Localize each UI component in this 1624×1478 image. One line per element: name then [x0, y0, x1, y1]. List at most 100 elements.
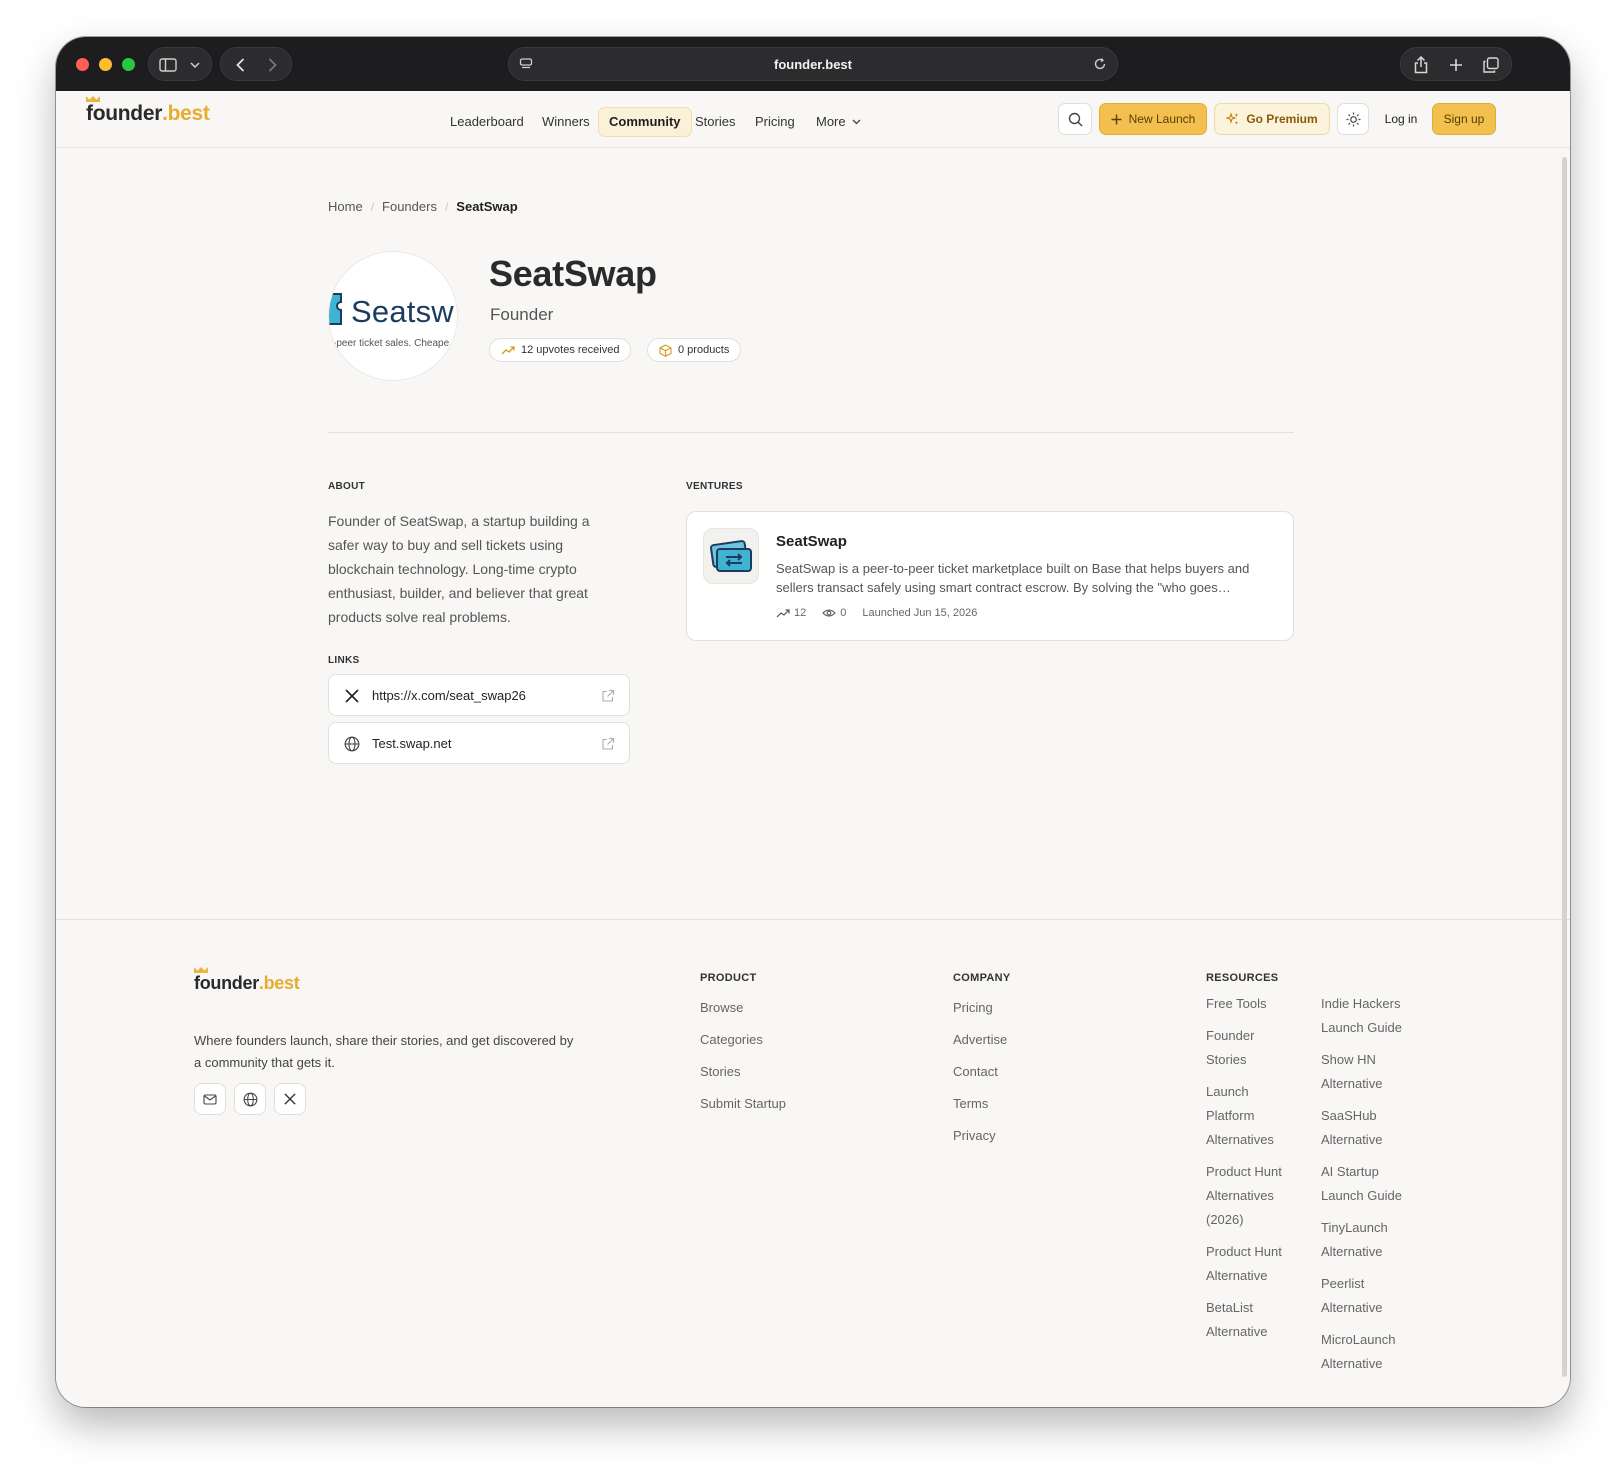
package-icon — [659, 343, 672, 357]
breadcrumb: Home / Founders / SeatSwap — [328, 199, 518, 214]
mail-icon — [203, 1093, 217, 1105]
footer-link-contact[interactable]: Contact — [953, 1060, 998, 1084]
footer-product-heading: PRODUCT — [700, 972, 757, 984]
theme-toggle-button[interactable] — [1337, 103, 1369, 135]
footer-link-peerlist-alternative[interactable]: Peerlist Alternative — [1321, 1272, 1421, 1320]
sun-icon — [1346, 112, 1360, 126]
reload-icon[interactable] — [1093, 57, 1107, 76]
sidebar-toggle-group[interactable] — [148, 47, 212, 81]
ticket-logo-icon — [329, 293, 342, 325]
nav-more-label: More — [816, 114, 846, 129]
forward-icon[interactable] — [261, 48, 283, 82]
footer-resources-col2: Indie Hackers Launch Guide Show HN Alter… — [1321, 992, 1421, 1384]
tab-overview-icon[interactable] — [1479, 48, 1503, 82]
minimize-window-button[interactable] — [99, 58, 112, 71]
trending-up-icon — [776, 609, 790, 618]
footer-link-microlaunch-alternative[interactable]: MicroLaunch Alternative — [1321, 1328, 1421, 1376]
breadcrumb-current: SeatSwap — [456, 199, 518, 214]
footer-resources-col1: Free Tools Founder Stories Launch Platfo… — [1206, 992, 1298, 1352]
new-launch-button[interactable]: New Launch — [1099, 103, 1207, 135]
breadcrumb-separator: / — [444, 199, 449, 214]
x-button[interactable] — [274, 1083, 306, 1115]
footer-tagline: Where founders launch, share their stori… — [194, 1033, 574, 1070]
footer-link-founder-stories[interactable]: Founder Stories — [1206, 1024, 1298, 1072]
venture-description: SeatSwap is a peer-to-peer ticket market… — [776, 561, 1250, 595]
zoom-window-button[interactable] — [122, 58, 135, 71]
nav-more[interactable]: More — [816, 107, 861, 137]
footer-link-launch-platform-alternatives[interactable]: Launch Platform Alternatives — [1206, 1080, 1298, 1152]
footer-link-terms[interactable]: Terms — [953, 1092, 988, 1116]
breadcrumb-home[interactable]: Home — [328, 199, 363, 214]
footer-link-categories[interactable]: Categories — [700, 1028, 763, 1052]
footer-link-saashub-alternative[interactable]: SaaSHub Alternative — [1321, 1104, 1421, 1152]
breadcrumb-separator: / — [370, 199, 375, 214]
founder-name: SeatSwap — [489, 253, 657, 294]
footer-link-indie-hackers-launch-guide[interactable]: Indie Hackers Launch Guide — [1321, 992, 1421, 1040]
footer-link-pricing[interactable]: Pricing — [953, 996, 993, 1020]
footer-link-product-hunt-alternative[interactable]: Product Hunt Alternative — [1206, 1240, 1298, 1288]
crown-icon — [194, 967, 208, 973]
website-button[interactable] — [234, 1083, 266, 1115]
venture-upvotes: 12 — [776, 607, 806, 619]
footer-link-advertise[interactable]: Advertise — [953, 1028, 1007, 1052]
logo-mark: founder — [194, 967, 259, 994]
logo-suffix: .best — [258, 973, 300, 993]
link-website-url: Test.swap.net — [372, 736, 452, 751]
upvotes-badge: 12 upvotes received — [489, 338, 632, 362]
chevron-down-icon[interactable] — [187, 48, 203, 82]
url-text: founder.best — [773, 57, 852, 72]
globe-icon — [343, 735, 361, 753]
footer-link-privacy[interactable]: Privacy — [953, 1124, 996, 1148]
nav-pricing[interactable]: Pricing — [755, 107, 795, 137]
eye-icon — [822, 609, 837, 617]
footer-link-browse[interactable]: Browse — [700, 996, 743, 1020]
founder-role: Founder — [490, 305, 554, 324]
section-divider — [328, 432, 1294, 433]
page-scrollbar[interactable] — [1562, 157, 1567, 1377]
nav-winners[interactable]: Winners — [542, 107, 590, 137]
address-bar[interactable]: founder.best — [508, 47, 1118, 81]
nav-community[interactable]: Community — [598, 107, 692, 137]
venture-card[interactable]: SeatSwap SeatSwap is a peer-to-peer tick… — [686, 511, 1294, 641]
link-website[interactable]: Test.swap.net — [328, 722, 630, 764]
about-heading: ABOUT — [328, 481, 366, 492]
nav-leaderboard[interactable]: Leaderboard — [450, 107, 524, 137]
footer-link-betalist-alternative[interactable]: BetaList Alternative — [1206, 1296, 1298, 1344]
email-button[interactable] — [194, 1083, 226, 1115]
sidebar-icon[interactable] — [157, 48, 179, 82]
signup-button[interactable]: Sign up — [1432, 103, 1496, 135]
search-button[interactable] — [1058, 103, 1092, 135]
site-header: founder .best Leaderboard Winners Commun… — [56, 91, 1570, 148]
login-button[interactable]: Log in — [1376, 103, 1426, 135]
browser-titlebar: founder.best — [56, 37, 1570, 91]
footer-link-stories[interactable]: Stories — [700, 1060, 740, 1084]
share-icon[interactable] — [1409, 48, 1433, 82]
logo-mark: founder — [86, 96, 162, 126]
trending-up-icon — [501, 346, 515, 355]
footer-link-show-hn-alternative[interactable]: Show HN Alternative — [1321, 1048, 1421, 1096]
products-badge: 0 products — [647, 338, 742, 362]
new-tab-icon[interactable] — [1444, 48, 1468, 82]
nav-stories[interactable]: Stories — [695, 107, 735, 137]
footer-link-product-hunt-alternatives[interactable]: Product Hunt Alternatives (2026) — [1206, 1160, 1298, 1232]
avatar-tagline: -peer ticket sales. Cheape — [333, 338, 450, 349]
close-window-button[interactable] — [76, 58, 89, 71]
external-link-icon — [602, 737, 615, 750]
avatar-wordmark: Seatsw — [351, 294, 454, 329]
ticket-swap-icon — [710, 540, 752, 572]
footer-link-free-tools[interactable]: Free Tools — [1206, 992, 1298, 1016]
go-premium-button[interactable]: Go Premium — [1214, 103, 1330, 135]
site-logo[interactable]: founder .best — [86, 96, 210, 126]
history-nav-group — [220, 47, 292, 81]
link-twitter[interactable]: https://x.com/seat_swap26 — [328, 674, 630, 716]
breadcrumb-founders[interactable]: Founders — [382, 199, 437, 214]
x-logo-icon — [284, 1093, 296, 1105]
footer-link-tinylaunch-alternative[interactable]: TinyLaunch Alternative — [1321, 1216, 1421, 1264]
venture-logo — [703, 528, 759, 584]
footer-link-ai-startup-launch-guide[interactable]: AI Startup Launch Guide — [1321, 1160, 1421, 1208]
crown-icon — [86, 96, 100, 102]
about-text: Founder of SeatSwap, a startup building … — [328, 513, 590, 625]
footer-logo[interactable]: founder .best — [194, 967, 300, 994]
back-icon[interactable] — [229, 48, 251, 82]
footer-link-submit-startup[interactable]: Submit Startup — [700, 1092, 786, 1116]
